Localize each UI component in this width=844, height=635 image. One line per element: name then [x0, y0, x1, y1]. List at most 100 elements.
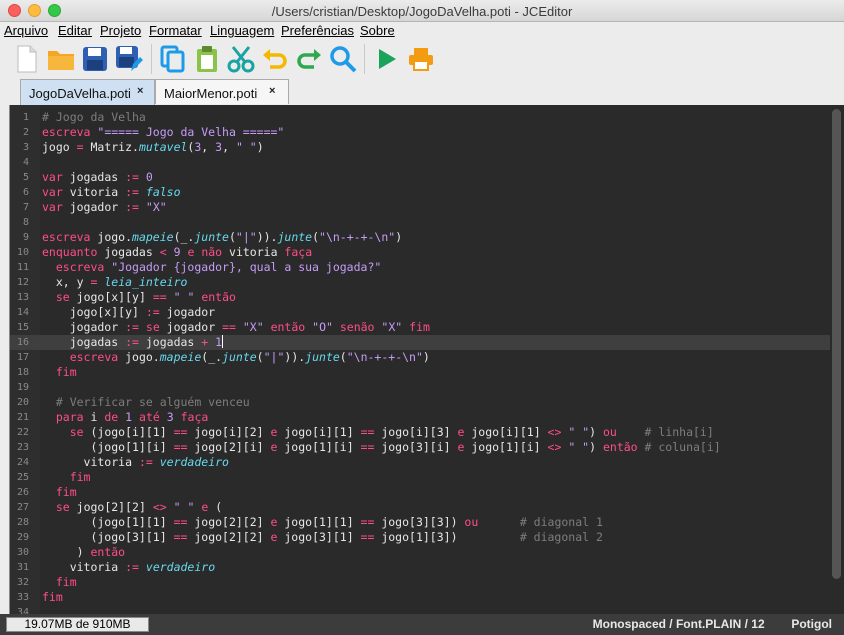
menu-editar[interactable]: Editar [58, 23, 92, 38]
code-text: fim [42, 590, 63, 604]
code-line[interactable]: 7 var jogador := "X" [10, 200, 830, 215]
redo-button[interactable] [294, 44, 324, 74]
code-text: escreva "Jogador {jogador}, qual a sua j… [55, 260, 382, 274]
save-button[interactable] [80, 44, 110, 74]
paste-button[interactable] [192, 44, 222, 74]
line-number: 14 [16, 307, 29, 318]
code-text: (jogo[1][1] == jogo[2][2] e jogo[1][1] =… [42, 515, 603, 529]
code-line[interactable]: 31 vitoria := verdadeiro [10, 560, 830, 575]
status-bar: 19.07MB de 910MB Monospaced / Font.PLAIN… [0, 614, 844, 635]
code-line[interactable]: 14 jogo[x][y] := jogador [10, 305, 830, 320]
line-number: 16 [16, 337, 29, 348]
code-line[interactable]: 18 fim [10, 365, 830, 380]
code-line[interactable]: 10 enquanto jogadas < 9 e não vitoria faç… [10, 245, 830, 260]
code-line[interactable]: 23 (jogo[1][i] == jogo[2][i] e jogo[1][i… [10, 440, 830, 455]
code-line[interactable]: 15 jogador := se jogador == "X" então "O… [10, 320, 830, 335]
code-line[interactable]: 28 (jogo[1][1] == jogo[2][2] e jogo[1][1… [10, 515, 830, 530]
code-line[interactable]: 22 se (jogo[i][1] == jogo[i][2] e jogo[i… [10, 425, 830, 440]
redo-icon [297, 49, 321, 69]
code-line[interactable]: 6 var vitoria := falso [10, 185, 830, 200]
toolbar-separator [364, 44, 365, 74]
tab-label: MaiorMenor.poti [164, 86, 258, 101]
code-line[interactable]: 30 ) então [10, 545, 830, 560]
menu-preferencias[interactable]: Preferências [281, 23, 354, 38]
code-line[interactable]: 3 jogo = Matriz.mutavel(3, 3, " ") [10, 140, 830, 155]
copy-icon [160, 45, 185, 73]
line-number: 3 [22, 142, 29, 153]
code-line[interactable]: 17 escreva jogo.mapeie(_.junte("|")).jun… [10, 350, 830, 365]
tab-maiormenor[interactable]: MaiorMenor.poti × [155, 79, 289, 104]
paste-icon [197, 46, 217, 72]
search-button[interactable] [328, 44, 358, 74]
line-number: 21 [16, 412, 29, 423]
code-line[interactable]: 26 fim [10, 485, 830, 500]
code-line[interactable]: 24 vitoria := verdadeiro [10, 455, 830, 470]
line-number: 1 [22, 112, 29, 123]
menu-projeto[interactable]: Projeto [100, 23, 141, 38]
code-text: vitoria := verdadeiro [42, 455, 229, 469]
line-number: 28 [16, 517, 29, 528]
vertical-scrollbar[interactable] [830, 105, 844, 614]
line-number: 23 [16, 442, 29, 453]
code-text: fim [69, 470, 91, 484]
open-folder-icon [48, 51, 74, 70]
code-text: se jogo[2][2] <> " " e ( [55, 500, 223, 514]
code-line[interactable]: 12 x, y = leia_inteiro [10, 275, 830, 290]
code-line[interactable]: 16 jogadas := jogadas + 1 [10, 335, 830, 350]
code-text: escreva jogo.mapeie(_.junte("|")).junte(… [42, 230, 403, 244]
code-line[interactable]: 27 se jogo[2][2] <> " " e ( [10, 500, 830, 515]
copy-button[interactable] [158, 44, 188, 74]
status-right: Monospaced / Font.PLAIN / 12 Potigol [593, 617, 832, 631]
code-line[interactable]: 9 escreva jogo.mapeie(_.junte("|")).junte… [10, 230, 830, 245]
toolbar [0, 40, 844, 78]
code-text: se jogo[x][y] == " " então [55, 290, 236, 304]
code-line[interactable]: 8 [10, 215, 830, 230]
text-cursor [222, 335, 224, 348]
search-icon [330, 46, 357, 73]
line-number: 24 [16, 457, 29, 468]
code-text: (jogo[1][i] == jogo[2][i] e jogo[1][i] =… [42, 440, 721, 454]
line-number: 33 [16, 592, 29, 603]
code-line[interactable]: 20 # Verificar se alguém venceu [10, 395, 830, 410]
menu-formatar[interactable]: Formatar [149, 23, 202, 38]
code-line[interactable]: 11 escreva "Jogador {jogador}, qual a su… [10, 260, 830, 275]
code-line[interactable]: 2 escreva "===== Jogo da Velha =====" [10, 125, 830, 140]
code-text: fim [55, 365, 77, 379]
code-line[interactable]: 5 var jogadas := 0 [10, 170, 830, 185]
code-line[interactable]: 21 para i de 1 até 3 faça [10, 410, 830, 425]
scrollbar-thumb[interactable] [832, 109, 841, 579]
font-info: Monospaced / Font.PLAIN / 12 [592, 617, 765, 631]
memory-indicator[interactable]: 19.07MB de 910MB [6, 617, 149, 632]
print-button[interactable] [406, 44, 436, 74]
code-line[interactable]: 25 fim [10, 470, 830, 485]
save-as-button[interactable] [114, 44, 144, 74]
tab-jogodavelha[interactable]: JogoDaVelha.poti × [20, 79, 155, 105]
line-number: 18 [16, 367, 29, 378]
tab-strip: JogoDaVelha.poti × MaiorMenor.poti × [0, 78, 844, 105]
tab-close-icon[interactable]: × [269, 85, 275, 97]
menu-arquivo[interactable]: Arquivo [4, 23, 48, 38]
code-text: vitoria := verdadeiro [42, 560, 216, 574]
menu-linguagem[interactable]: Linguagem [210, 23, 274, 38]
tab-close-icon[interactable]: × [137, 85, 143, 97]
open-folder-button[interactable] [46, 44, 76, 74]
code-line[interactable]: 19 [10, 380, 830, 395]
cut-button[interactable] [226, 44, 256, 74]
undo-button[interactable] [260, 44, 290, 74]
window-title: /Users/cristian/Desktop/JogoDaVelha.poti… [271, 4, 573, 19]
code-line[interactable]: 34 [10, 605, 830, 614]
code-line[interactable]: 4 [10, 155, 830, 170]
code-text: jogadas := jogadas + 1 [42, 335, 224, 349]
run-button[interactable] [372, 44, 402, 74]
code-line[interactable]: 33 fim [10, 590, 830, 605]
new-file-button[interactable] [12, 44, 42, 74]
code-line[interactable]: 1 # Jogo da Velha [10, 110, 830, 125]
code-editor[interactable]: 1 # Jogo da Velha 2 escreva "===== Jogo da … [9, 105, 844, 614]
line-number: 27 [16, 502, 29, 513]
code-line[interactable]: 32 fim [10, 575, 830, 590]
new-file-icon [17, 45, 37, 73]
code-text: # Verificar se alguém venceu [55, 395, 250, 409]
menu-sobre[interactable]: Sobre [360, 23, 395, 38]
code-line[interactable]: 29 (jogo[3][1] == jogo[2][2] e jogo[3][1… [10, 530, 830, 545]
code-line[interactable]: 13 se jogo[x][y] == " " então [10, 290, 830, 305]
